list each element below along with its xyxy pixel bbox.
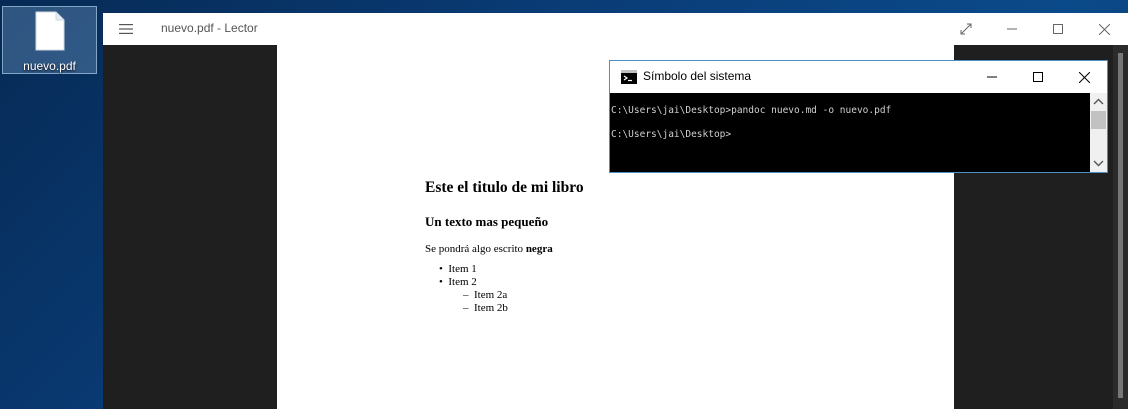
document-paragraph: Se pondrá algo escrito negra bbox=[425, 243, 553, 255]
desktop-icon-label: nuevo.pdf bbox=[23, 59, 76, 73]
document-heading-1: Este el titulo de mi libro bbox=[425, 179, 584, 196]
cmd-scrollbar-thumb[interactable] bbox=[1091, 111, 1106, 129]
minimize-icon bbox=[987, 76, 997, 78]
list-item-text: Item 2a bbox=[474, 289, 508, 301]
scroll-down-arrow-icon[interactable] bbox=[1093, 158, 1104, 168]
list-item-text: Item 2 bbox=[448, 276, 477, 288]
maximize-icon bbox=[1033, 72, 1043, 82]
paragraph-bold-text: negra bbox=[525, 243, 553, 255]
reader-scrollbar-thumb[interactable] bbox=[1118, 53, 1123, 398]
dash-marker: – bbox=[463, 302, 469, 314]
document-heading-2: Un texto mas pequeño bbox=[425, 214, 549, 229]
list-item: • Item 2 bbox=[439, 276, 477, 288]
close-button[interactable] bbox=[1081, 13, 1127, 45]
sub-list-item: – Item 2b bbox=[463, 302, 508, 314]
cmd-maximize-button[interactable] bbox=[1015, 61, 1061, 93]
dash-marker: – bbox=[463, 289, 469, 301]
bullet-marker: • bbox=[439, 263, 443, 275]
reader-title: nuevo.pdf - Lector bbox=[161, 21, 258, 35]
desktop-file-icon-nuevo-pdf[interactable]: nuevo.pdf bbox=[2, 6, 97, 74]
scroll-up-arrow-icon[interactable] bbox=[1093, 97, 1104, 107]
expand-icon bbox=[960, 23, 972, 35]
cmd-minimize-button[interactable] bbox=[969, 61, 1015, 93]
minimize-icon bbox=[1007, 28, 1017, 30]
list-item-text: Item 1 bbox=[448, 263, 477, 275]
console-icon bbox=[621, 70, 637, 84]
maximize-icon bbox=[1053, 24, 1063, 34]
cmd-close-button[interactable] bbox=[1061, 61, 1107, 93]
bullet-marker: • bbox=[439, 276, 443, 288]
file-icon bbox=[35, 11, 65, 51]
fullscreen-button[interactable] bbox=[943, 13, 989, 45]
close-icon bbox=[1078, 71, 1090, 83]
cmd-title: Símbolo del sistema bbox=[643, 69, 752, 83]
cmd-window: Símbolo del sistema C:\Users\jai\Desktop… bbox=[609, 60, 1108, 173]
console-output[interactable]: C:\Users\jai\Desktop>pandoc nuevo.md -o … bbox=[610, 93, 1090, 172]
minimize-button[interactable] bbox=[989, 13, 1035, 45]
maximize-button[interactable] bbox=[1035, 13, 1081, 45]
reader-titlebar: nuevo.pdf - Lector bbox=[103, 13, 1128, 45]
sub-list-item: – Item 2a bbox=[463, 289, 507, 301]
console-line: C:\Users\jai\Desktop>pandoc nuevo.md -o … bbox=[611, 105, 892, 116]
close-icon bbox=[1098, 23, 1110, 35]
reader-scrollbar[interactable] bbox=[1113, 45, 1128, 409]
list-item: • Item 1 bbox=[439, 263, 477, 275]
console-prompt-line: C:\Users\jai\Desktop> bbox=[611, 129, 732, 140]
list-item-text: Item 2b bbox=[474, 302, 508, 314]
paragraph-text: Se pondrá algo escrito bbox=[425, 243, 526, 255]
hamburger-menu-icon[interactable] bbox=[119, 22, 133, 36]
cmd-titlebar: Símbolo del sistema bbox=[610, 61, 1107, 93]
cmd-scrollbar[interactable] bbox=[1090, 93, 1107, 172]
